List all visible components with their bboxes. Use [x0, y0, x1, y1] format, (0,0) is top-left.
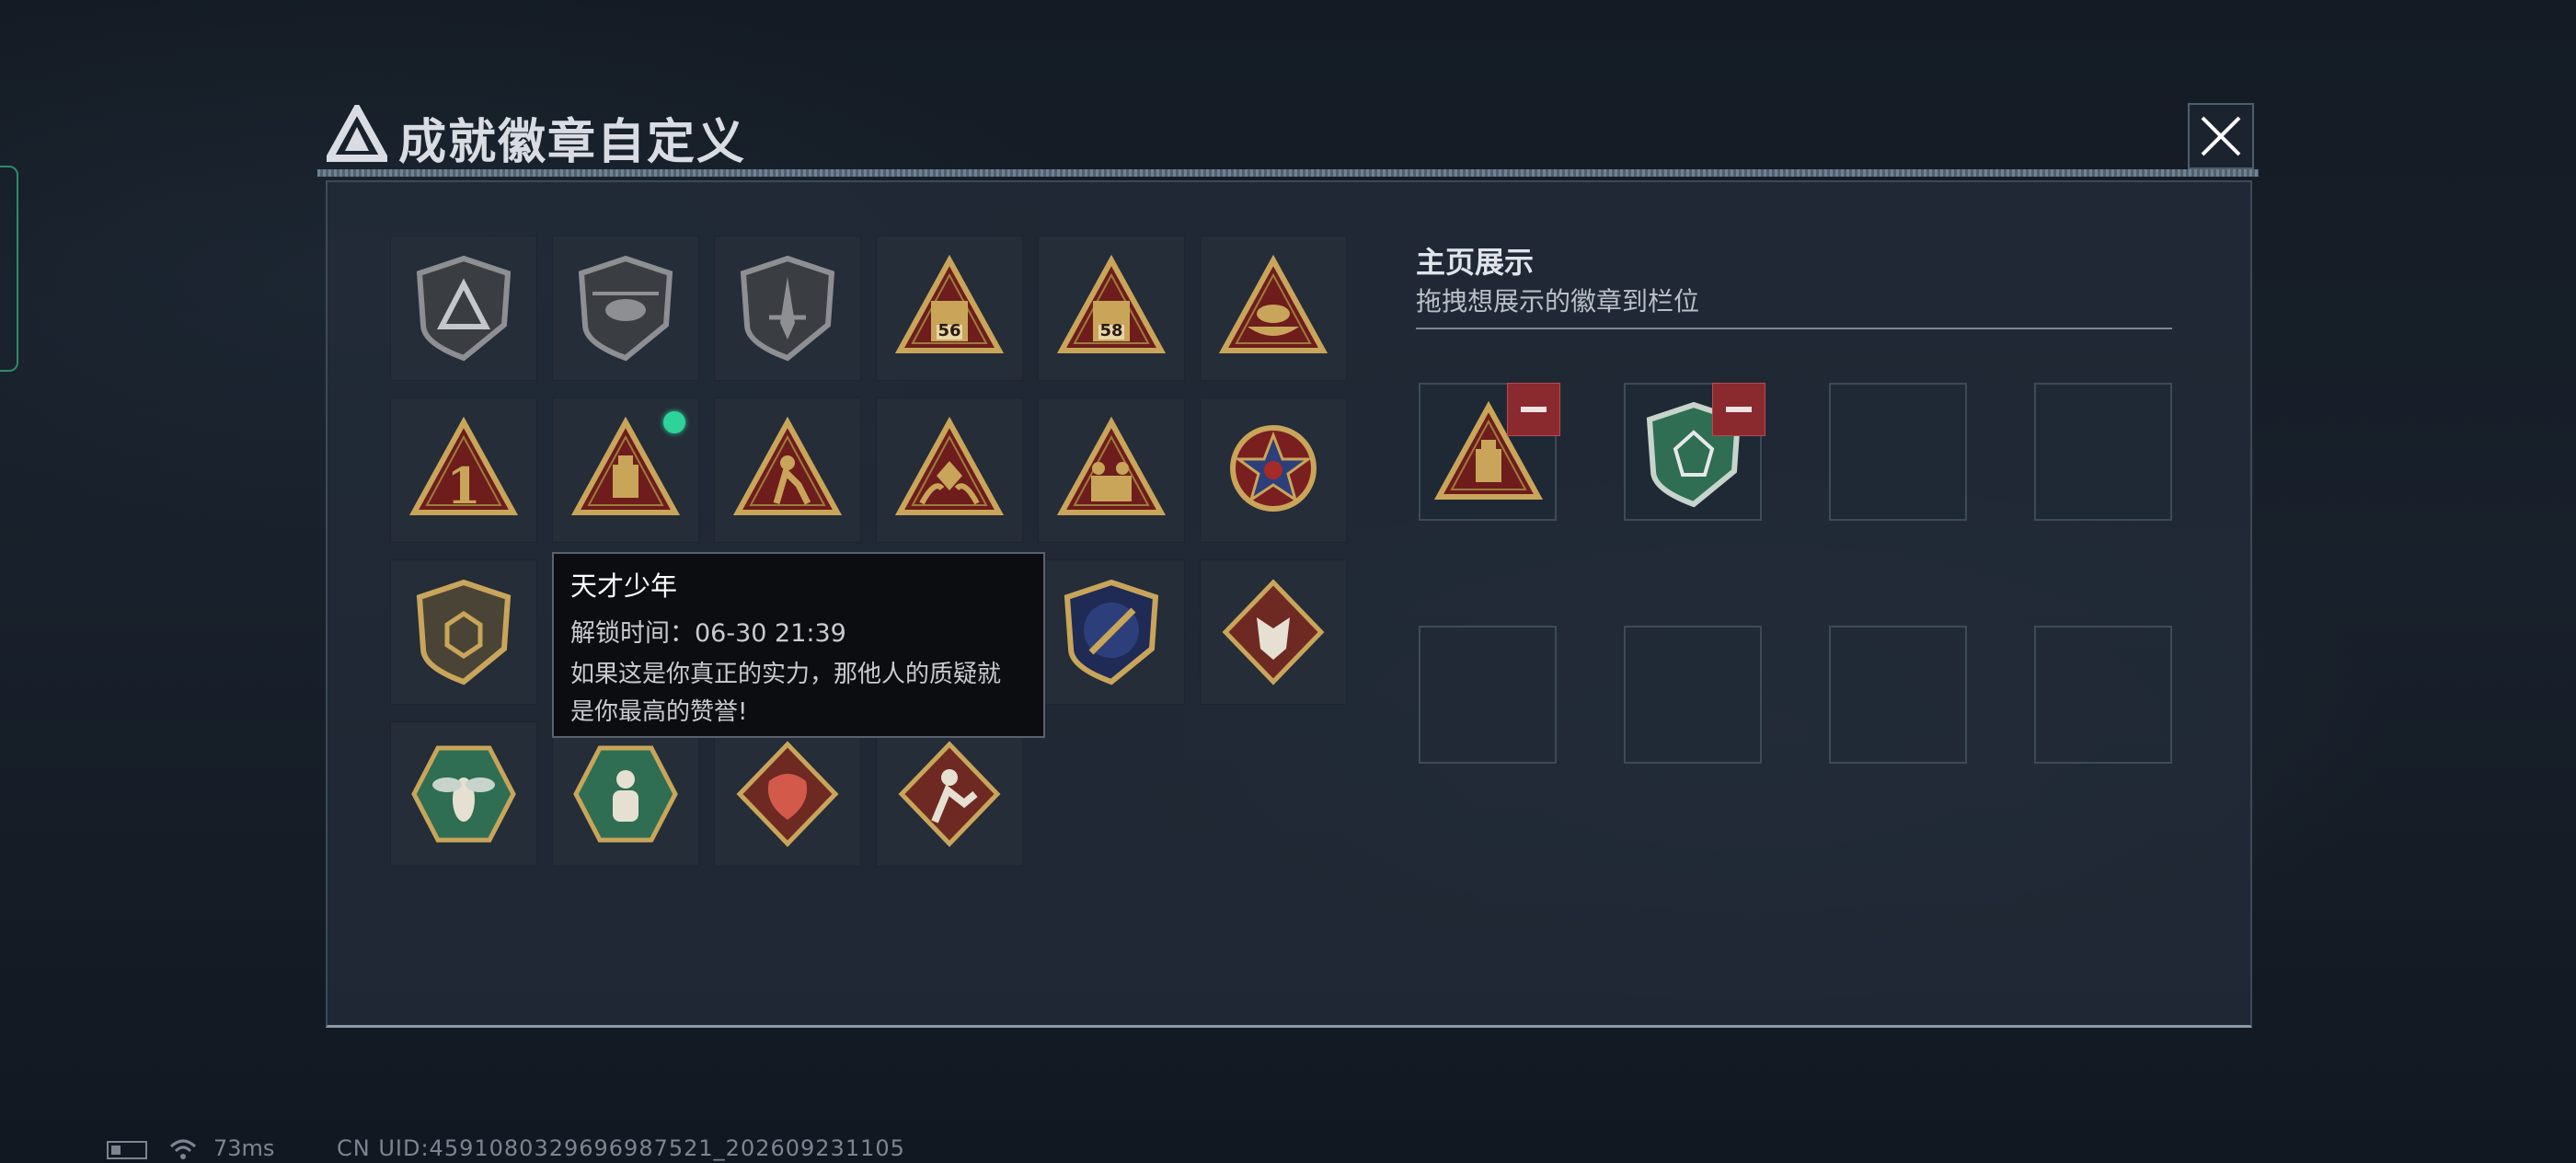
- badge-cell[interactable]: 1: [390, 397, 537, 543]
- badge-cell[interactable]: 56: [876, 236, 1023, 381]
- badge-cell[interactable]: [714, 721, 861, 867]
- shield-triangle-emblem-icon: [416, 255, 512, 362]
- dagger-shield-icon: [740, 255, 835, 362]
- badge-cell[interactable]: [876, 397, 1023, 543]
- wolf-diamond-icon: [1222, 579, 1325, 685]
- showcase-slot-filled[interactable]: [1419, 383, 1560, 521]
- wifi-icon: [169, 1139, 197, 1159]
- star-medal-icon: [1230, 425, 1317, 512]
- minus-icon: [1521, 407, 1547, 412]
- showcase-slot-empty[interactable]: [1829, 383, 1967, 521]
- badge-cell[interactable]: [714, 236, 861, 381]
- svg-text:1: 1: [446, 456, 481, 515]
- tooltip-desc-line: 是你最高的赞誉!: [570, 698, 748, 726]
- badge-cell[interactable]: 58: [1038, 236, 1185, 381]
- badge-cell[interactable]: [1200, 397, 1347, 543]
- tooltip-title: 天才少年: [570, 570, 678, 602]
- showcase-slot-empty[interactable]: [1624, 626, 1762, 764]
- number-one-triangle-icon: 1: [408, 416, 519, 515]
- remove-badge-button[interactable]: [1712, 383, 1765, 436]
- tooltip-desc-line: 如果这是你真正的实力，那他人的质疑就: [570, 661, 1002, 688]
- new-indicator-dot: [663, 411, 685, 433]
- window-title: 成就徽章自定义: [398, 115, 747, 170]
- showcase-slot-empty[interactable]: [1419, 626, 1557, 764]
- fighter-diamond-icon: [898, 741, 1001, 847]
- usb-triangle-icon: [570, 416, 681, 515]
- helicopter-shield-icon: [578, 255, 673, 362]
- showcase-divider: [1416, 328, 2172, 329]
- showcase-slot-filled[interactable]: [1624, 383, 1765, 521]
- showcase-title: 主页展示: [1416, 245, 1535, 280]
- badge-cell[interactable]: [1038, 397, 1185, 543]
- boat-triangle-icon: [1218, 254, 1328, 353]
- minus-icon: [1726, 407, 1752, 412]
- badge-cell[interactable]: [552, 236, 699, 381]
- dragon-diamond-icon: [736, 741, 839, 847]
- hands-gem-triangle-icon: [894, 416, 1005, 515]
- figure-hexagon-icon: [573, 745, 678, 843]
- crate-56-triangle-icon: 56: [894, 254, 1005, 353]
- runner-triangle-icon: [732, 416, 843, 515]
- title-divider: [317, 169, 2259, 177]
- uid-readout: CN UID:459108032969698752​1_202609231105: [337, 1135, 905, 1161]
- crate-58-triangle-icon: 58: [1056, 254, 1167, 353]
- showcase-slot-empty[interactable]: [1829, 626, 1967, 764]
- close-button[interactable]: [2188, 103, 2254, 169]
- svg-text:58: 58: [1099, 321, 1122, 340]
- close-icon: [2201, 116, 2241, 156]
- showcase-subtitle: 拖拽想展示的徽章到栏位: [1416, 286, 1700, 317]
- tooltip-unlock-time: 解锁时间：06-30 21:39: [570, 619, 846, 648]
- title-bar: 成就徽章自定义: [317, 99, 2259, 178]
- badge-cell[interactable]: [714, 397, 861, 543]
- wasp-hexagon-icon: [411, 745, 516, 843]
- showcase-slot-empty[interactable]: [2034, 383, 2172, 521]
- badge-cell[interactable]: [390, 721, 537, 867]
- badge-cell[interactable]: [1200, 236, 1347, 381]
- side-drawer-tab[interactable]: [0, 166, 18, 372]
- badge-cell[interactable]: [552, 397, 699, 543]
- tooltip-description: 如果这是你真正的实力，那他人的质疑就 是你最高的赞誉!: [570, 656, 1027, 731]
- badge-cell[interactable]: [876, 721, 1023, 867]
- hexagon-shield-icon: [416, 579, 512, 685]
- badge-cell[interactable]: [390, 236, 537, 381]
- showcase-slot-empty[interactable]: [2034, 626, 2172, 764]
- remove-badge-button[interactable]: [1507, 383, 1560, 436]
- badge-cell[interactable]: [1200, 559, 1347, 705]
- badge-cell[interactable]: [1038, 559, 1185, 705]
- badge-cell[interactable]: [552, 721, 699, 867]
- soldiers-triangle-icon: [1056, 416, 1167, 515]
- delta-logo-icon: [327, 105, 387, 162]
- ping-readout: 73ms: [213, 1135, 275, 1161]
- svg-text:56: 56: [937, 321, 960, 340]
- rocket-crest-icon: [1064, 579, 1159, 685]
- badge-tooltip: 天才少年 解锁时间：06-30 21:39 如果这是你真正的实力，那他人的质疑就…: [552, 552, 1045, 738]
- battery-icon: [107, 1141, 147, 1159]
- badge-cell[interactable]: [390, 559, 537, 705]
